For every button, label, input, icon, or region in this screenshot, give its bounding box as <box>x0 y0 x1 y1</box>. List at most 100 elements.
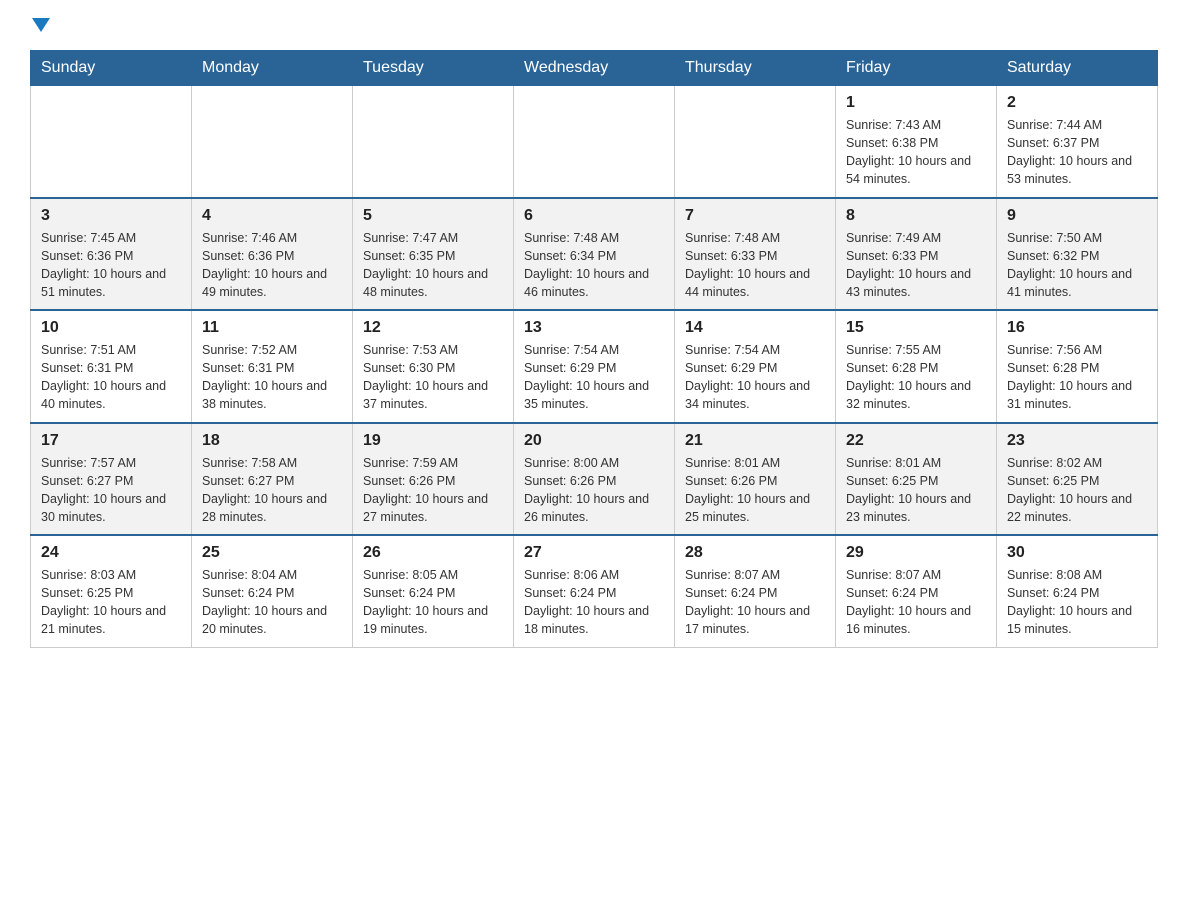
day-info: Sunrise: 8:03 AMSunset: 6:25 PMDaylight:… <box>41 566 181 639</box>
calendar-cell: 26Sunrise: 8:05 AMSunset: 6:24 PMDayligh… <box>353 535 514 647</box>
day-info: Sunrise: 7:47 AMSunset: 6:35 PMDaylight:… <box>363 229 503 302</box>
day-info: Sunrise: 8:01 AMSunset: 6:25 PMDaylight:… <box>846 454 986 527</box>
calendar-body: 1 Sunrise: 7:43 AMSunset: 6:38 PMDaylight… <box>31 86 1158 648</box>
logo <box>30 20 50 34</box>
day-of-week-header: Saturday <box>997 51 1158 86</box>
day-number: 5 <box>363 207 503 225</box>
day-number: 19 <box>363 432 503 450</box>
day-number: 15 <box>846 319 986 337</box>
day-info: Sunrise: 7:55 AMSunset: 6:28 PMDaylight:… <box>846 341 986 414</box>
page-header <box>30 20 1158 34</box>
calendar-week-row: 3 Sunrise: 7:45 AMSunset: 6:36 PMDaylight… <box>31 198 1158 311</box>
day-info: Sunrise: 7:58 AMSunset: 6:27 PMDaylight:… <box>202 454 342 527</box>
calendar-table: SundayMondayTuesdayWednesdayThursdayFrid… <box>30 50 1158 648</box>
day-number: 8 <box>846 207 986 225</box>
day-number: 10 <box>41 319 181 337</box>
calendar-cell: 5 Sunrise: 7:47 AMSunset: 6:35 PMDaylight… <box>353 198 514 311</box>
calendar-cell: 21Sunrise: 8:01 AMSunset: 6:26 PMDayligh… <box>675 423 836 536</box>
day-info: Sunrise: 7:56 AMSunset: 6:28 PMDaylight:… <box>1007 341 1147 414</box>
calendar-cell <box>514 86 675 198</box>
day-info: Sunrise: 8:08 AMSunset: 6:24 PMDaylight:… <box>1007 566 1147 639</box>
day-number: 23 <box>1007 432 1147 450</box>
calendar-cell <box>675 86 836 198</box>
day-number: 28 <box>685 544 825 562</box>
calendar-cell: 12 Sunrise: 7:53 AMSunset: 6:30 PMDayligh… <box>353 310 514 423</box>
calendar-cell: 28 Sunrise: 8:07 AMSunset: 6:24 PMDayligh… <box>675 535 836 647</box>
day-info: Sunrise: 7:54 AMSunset: 6:29 PMDaylight:… <box>524 341 664 414</box>
calendar-cell: 20 Sunrise: 8:00 AMSunset: 6:26 PMDayligh… <box>514 423 675 536</box>
day-number: 30 <box>1007 544 1147 562</box>
day-info: Sunrise: 8:04 AMSunset: 6:24 PMDaylight:… <box>202 566 342 639</box>
day-info: Sunrise: 7:57 AMSunset: 6:27 PMDaylight:… <box>41 454 181 527</box>
day-number: 26 <box>363 544 503 562</box>
day-number: 9 <box>1007 207 1147 225</box>
day-info: Sunrise: 8:07 AMSunset: 6:24 PMDaylight:… <box>685 566 825 639</box>
calendar-cell: 1 Sunrise: 7:43 AMSunset: 6:38 PMDaylight… <box>836 86 997 198</box>
day-number: 27 <box>524 544 664 562</box>
calendar-cell: 24 Sunrise: 8:03 AMSunset: 6:25 PMDayligh… <box>31 535 192 647</box>
calendar-cell: 19 Sunrise: 7:59 AMSunset: 6:26 PMDayligh… <box>353 423 514 536</box>
day-of-week-header: Thursday <box>675 51 836 86</box>
logo-triangle-icon <box>32 18 50 32</box>
day-of-week-header: Friday <box>836 51 997 86</box>
calendar-header: SundayMondayTuesdayWednesdayThursdayFrid… <box>31 51 1158 86</box>
calendar-cell: 6 Sunrise: 7:48 AMSunset: 6:34 PMDaylight… <box>514 198 675 311</box>
calendar-cell <box>192 86 353 198</box>
day-info: Sunrise: 7:44 AMSunset: 6:37 PMDaylight:… <box>1007 116 1147 189</box>
calendar-cell: 17 Sunrise: 7:57 AMSunset: 6:27 PMDayligh… <box>31 423 192 536</box>
day-number: 11 <box>202 319 342 337</box>
day-number: 7 <box>685 207 825 225</box>
calendar-cell: 16 Sunrise: 7:56 AMSunset: 6:28 PMDayligh… <box>997 310 1158 423</box>
calendar-week-row: 1 Sunrise: 7:43 AMSunset: 6:38 PMDaylight… <box>31 86 1158 198</box>
day-number: 22 <box>846 432 986 450</box>
day-number: 25 <box>202 544 342 562</box>
day-of-week-header: Monday <box>192 51 353 86</box>
day-info: Sunrise: 7:48 AMSunset: 6:33 PMDaylight:… <box>685 229 825 302</box>
day-number: 1 <box>846 94 986 112</box>
day-info: Sunrise: 8:06 AMSunset: 6:24 PMDaylight:… <box>524 566 664 639</box>
day-of-week-header: Tuesday <box>353 51 514 86</box>
day-number: 4 <box>202 207 342 225</box>
day-info: Sunrise: 7:54 AMSunset: 6:29 PMDaylight:… <box>685 341 825 414</box>
day-number: 17 <box>41 432 181 450</box>
calendar-week-row: 24 Sunrise: 8:03 AMSunset: 6:25 PMDayligh… <box>31 535 1158 647</box>
calendar-cell: 22 Sunrise: 8:01 AMSunset: 6:25 PMDayligh… <box>836 423 997 536</box>
day-info: Sunrise: 7:46 AMSunset: 6:36 PMDaylight:… <box>202 229 342 302</box>
day-number: 12 <box>363 319 503 337</box>
day-info: Sunrise: 7:45 AMSunset: 6:36 PMDaylight:… <box>41 229 181 302</box>
calendar-cell: 29 Sunrise: 8:07 AMSunset: 6:24 PMDayligh… <box>836 535 997 647</box>
day-of-week-header: Sunday <box>31 51 192 86</box>
day-info: Sunrise: 8:07 AMSunset: 6:24 PMDaylight:… <box>846 566 986 639</box>
calendar-cell: 25 Sunrise: 8:04 AMSunset: 6:24 PMDayligh… <box>192 535 353 647</box>
day-number: 18 <box>202 432 342 450</box>
calendar-cell: 11 Sunrise: 7:52 AMSunset: 6:31 PMDayligh… <box>192 310 353 423</box>
day-info: Sunrise: 7:48 AMSunset: 6:34 PMDaylight:… <box>524 229 664 302</box>
day-number: 6 <box>524 207 664 225</box>
day-number: 16 <box>1007 319 1147 337</box>
calendar-cell: 10 Sunrise: 7:51 AMSunset: 6:31 PMDayligh… <box>31 310 192 423</box>
day-info: Sunrise: 7:51 AMSunset: 6:31 PMDaylight:… <box>41 341 181 414</box>
day-number: 24 <box>41 544 181 562</box>
day-number: 3 <box>41 207 181 225</box>
calendar-cell: 8 Sunrise: 7:49 AMSunset: 6:33 PMDaylight… <box>836 198 997 311</box>
day-number: 20 <box>524 432 664 450</box>
day-info: Sunrise: 7:52 AMSunset: 6:31 PMDaylight:… <box>202 341 342 414</box>
day-number: 2 <box>1007 94 1147 112</box>
calendar-cell: 23Sunrise: 8:02 AMSunset: 6:25 PMDayligh… <box>997 423 1158 536</box>
calendar-week-row: 10 Sunrise: 7:51 AMSunset: 6:31 PMDayligh… <box>31 310 1158 423</box>
day-info: Sunrise: 7:53 AMSunset: 6:30 PMDaylight:… <box>363 341 503 414</box>
calendar-week-row: 17 Sunrise: 7:57 AMSunset: 6:27 PMDayligh… <box>31 423 1158 536</box>
day-number: 29 <box>846 544 986 562</box>
calendar-cell: 3 Sunrise: 7:45 AMSunset: 6:36 PMDaylight… <box>31 198 192 311</box>
calendar-cell <box>353 86 514 198</box>
day-info: Sunrise: 7:43 AMSunset: 6:38 PMDaylight:… <box>846 116 986 189</box>
day-info: Sunrise: 7:59 AMSunset: 6:26 PMDaylight:… <box>363 454 503 527</box>
calendar-cell: 13 Sunrise: 7:54 AMSunset: 6:29 PMDayligh… <box>514 310 675 423</box>
day-info: Sunrise: 8:01 AMSunset: 6:26 PMDaylight:… <box>685 454 825 527</box>
calendar-cell: 9 Sunrise: 7:50 AMSunset: 6:32 PMDaylight… <box>997 198 1158 311</box>
day-info: Sunrise: 7:50 AMSunset: 6:32 PMDaylight:… <box>1007 229 1147 302</box>
calendar-cell: 15 Sunrise: 7:55 AMSunset: 6:28 PMDayligh… <box>836 310 997 423</box>
day-info: Sunrise: 8:00 AMSunset: 6:26 PMDaylight:… <box>524 454 664 527</box>
day-number: 13 <box>524 319 664 337</box>
day-info: Sunrise: 7:49 AMSunset: 6:33 PMDaylight:… <box>846 229 986 302</box>
